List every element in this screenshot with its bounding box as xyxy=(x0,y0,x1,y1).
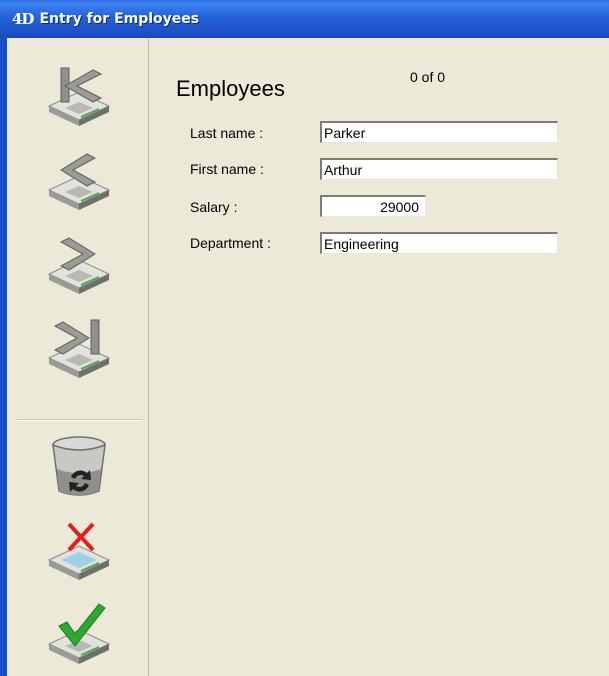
previous-record-icon xyxy=(47,153,111,210)
title-bar[interactable]: 4D Entry for Employees xyxy=(0,0,609,38)
record-toolbar xyxy=(7,38,149,676)
app-logo: 4D xyxy=(12,10,34,28)
last-record-icon xyxy=(47,319,111,378)
table-name-heading: Employees xyxy=(176,76,285,101)
first-name-field[interactable]: Arthur xyxy=(320,158,558,180)
record-counter: 0 of 0 xyxy=(410,69,446,85)
salary-field[interactable]: 29000 xyxy=(320,195,426,217)
window-title: Entry for Employees xyxy=(39,11,200,27)
app-window: 4D Entry for Employees Employees 0 of 0 … xyxy=(0,0,609,676)
last-name-field[interactable]: Parker xyxy=(320,121,558,143)
trash-icon xyxy=(52,436,106,496)
department-label: Department : xyxy=(190,235,271,251)
last-name-label: Last name : xyxy=(190,125,264,141)
next-record-icon xyxy=(47,237,111,294)
accept-button[interactable] xyxy=(43,600,115,668)
department-field[interactable]: Engineering xyxy=(320,232,558,254)
first-record-icon xyxy=(47,67,111,126)
accept-icon xyxy=(47,603,111,664)
last-record-button[interactable] xyxy=(43,314,115,382)
first-record-button[interactable] xyxy=(43,62,115,130)
cancel-button[interactable] xyxy=(43,516,115,584)
first-name-label: First name : xyxy=(190,161,264,177)
delete-record-button[interactable] xyxy=(43,433,115,501)
window-frame xyxy=(0,38,7,676)
toolbar-separator xyxy=(17,419,142,421)
previous-record-button[interactable] xyxy=(43,146,115,214)
next-record-button[interactable] xyxy=(43,230,115,298)
cancel-icon xyxy=(47,522,111,580)
entry-form: Employees 0 of 0 Last name : Parker Firs… xyxy=(150,38,609,676)
salary-label: Salary : xyxy=(190,199,238,215)
